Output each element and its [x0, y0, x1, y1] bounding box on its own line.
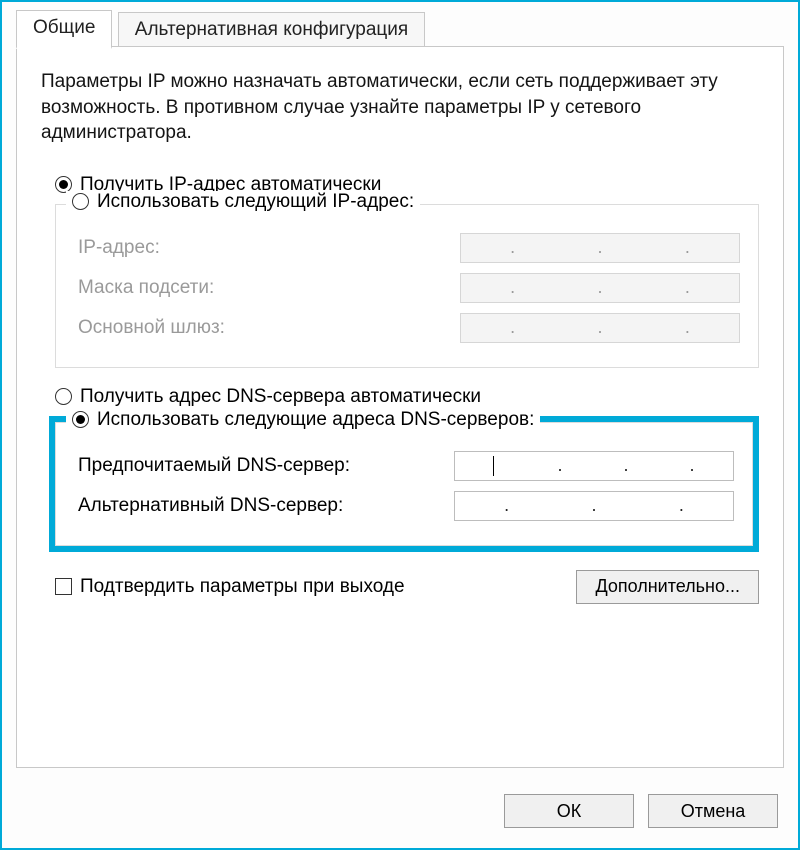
group-ip-manual: Использовать следующий IP-адрес: IP-адре…: [55, 204, 759, 368]
confirm-row: Подтвердить параметры при выходе Дополни…: [55, 570, 759, 604]
radio-dns-auto-label: Получить адрес DNS-сервера автоматически: [80, 386, 481, 408]
preferred-dns-label: Предпочитаемый DNS-сервер:: [78, 455, 350, 477]
properties-dialog: Общие Альтернативная конфигурация Параме…: [0, 0, 800, 850]
ok-button[interactable]: ОК: [504, 794, 634, 828]
text-caret-icon: [493, 456, 494, 476]
dialog-footer: ОК Отмена: [504, 794, 778, 828]
radio-ip-manual-label: Использовать следующий IP-адрес:: [97, 191, 414, 213]
tab-strip: Общие Альтернативная конфигурация: [16, 10, 784, 50]
advanced-button[interactable]: Дополнительно...: [576, 570, 759, 604]
preferred-dns-input[interactable]: ...: [454, 451, 734, 481]
highlight-dns-manual: Использовать следующие адреса DNS-сервер…: [49, 416, 759, 552]
radio-dns-auto[interactable]: Получить адрес DNS-сервера автоматически: [55, 386, 759, 408]
radio-icon: [72, 411, 89, 428]
group-dns-manual: Использовать следующие адреса DNS-сервер…: [55, 422, 753, 546]
description-text: Параметры IP можно назначать автоматичес…: [41, 69, 759, 146]
radio-dns-manual-label: Использовать следующие адреса DNS-сервер…: [97, 409, 534, 431]
cancel-button[interactable]: Отмена: [648, 794, 778, 828]
ip-address-label: IP-адрес:: [78, 237, 160, 259]
tab-alt-config[interactable]: Альтернативная конфигурация: [118, 12, 425, 49]
gateway-input: ...: [460, 313, 740, 343]
alternate-dns-input[interactable]: ...: [454, 491, 734, 521]
radio-dns-manual[interactable]: Использовать следующие адреса DNS-сервер…: [66, 409, 540, 431]
checkbox-icon: [55, 578, 72, 595]
confirm-checkbox-label: Подтвердить параметры при выходе: [80, 576, 405, 598]
tab-panel-general: Параметры IP можно назначать автоматичес…: [16, 46, 784, 768]
radio-icon: [72, 193, 89, 210]
subnet-mask-label: Маска подсети:: [78, 277, 214, 299]
ip-address-input: ...: [460, 233, 740, 263]
radio-icon: [55, 388, 72, 405]
alternate-dns-label: Альтернативный DNS-сервер:: [78, 495, 343, 517]
radio-ip-manual[interactable]: Использовать следующий IP-адрес:: [66, 191, 420, 213]
tab-general[interactable]: Общие: [16, 10, 112, 49]
gateway-label: Основной шлюз:: [78, 317, 225, 339]
confirm-checkbox[interactable]: Подтвердить параметры при выходе: [55, 576, 405, 598]
subnet-mask-input: ...: [460, 273, 740, 303]
